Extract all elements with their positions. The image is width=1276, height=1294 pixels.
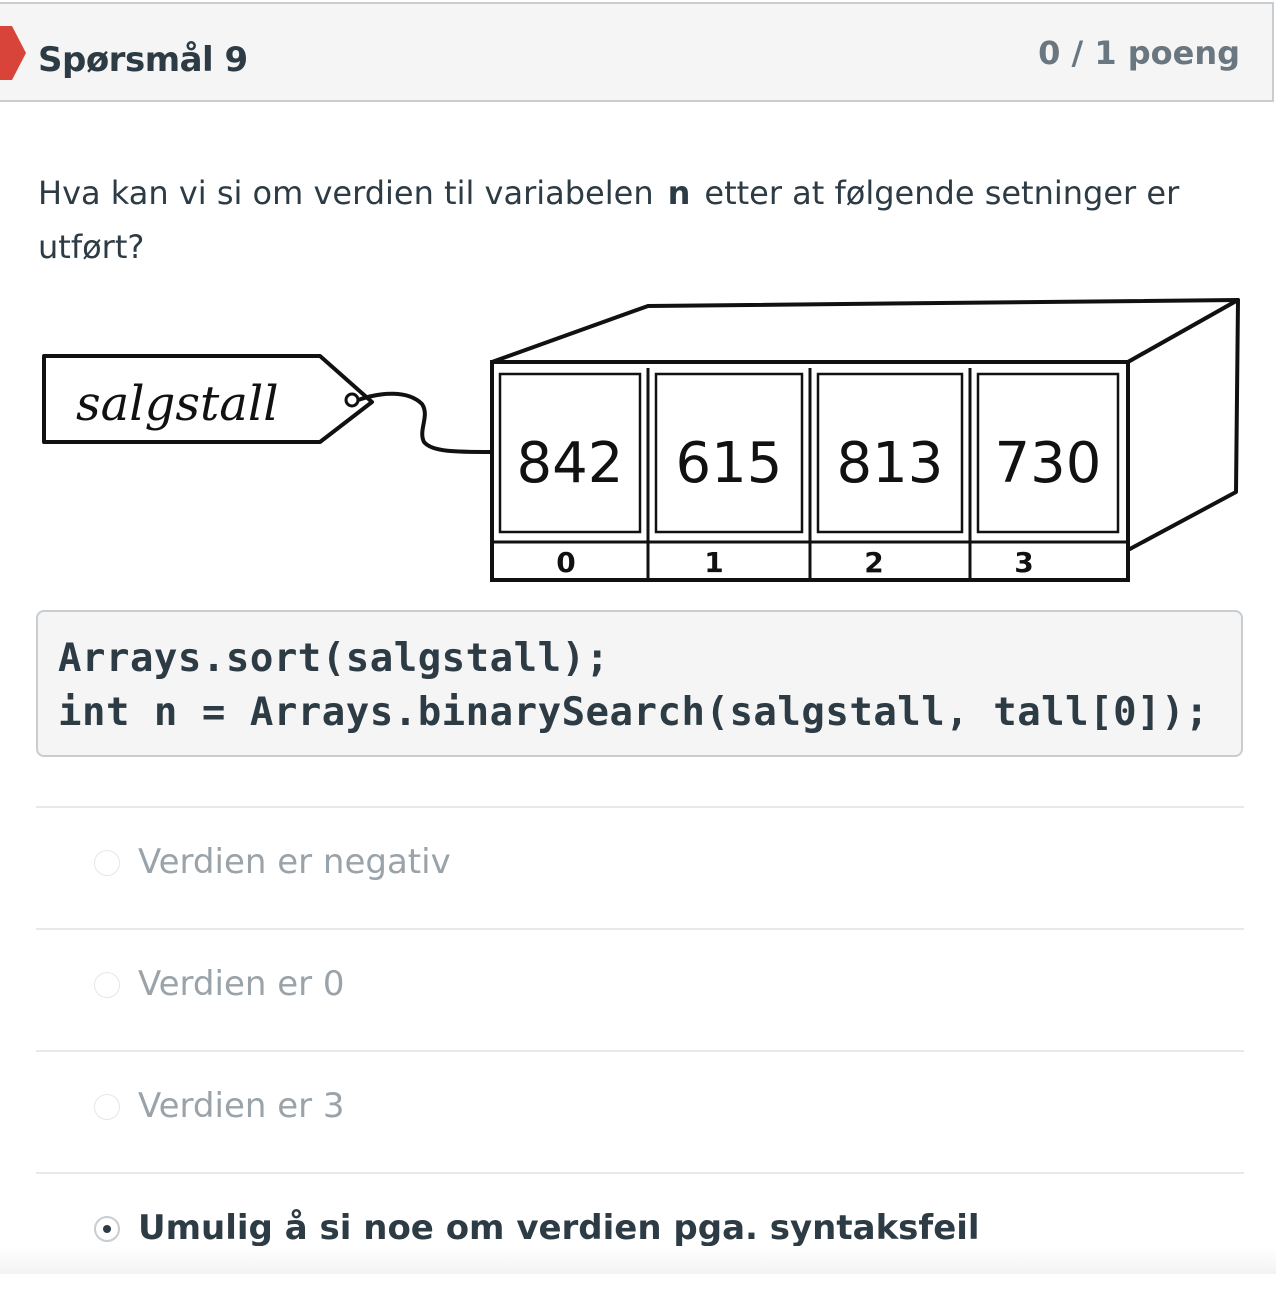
code-line-2: int n = Arrays.binarySearch(salgstall, t…: [58, 690, 1210, 735]
flag-icon[interactable]: [0, 26, 28, 80]
radio-button[interactable]: [94, 1094, 120, 1120]
radio-button[interactable]: [94, 972, 120, 998]
question-points: 0 / 1 poeng: [1038, 34, 1240, 72]
cell-value: 813: [837, 431, 944, 496]
question-text-before: Hva kan vi si om verdien til variabelen: [38, 174, 654, 212]
answer-option-selected[interactable]: Umulig å si noe om verdien pga. syntaksf…: [36, 1172, 1244, 1294]
array-diagram: salgstall 842 615 813 730 0 1 2 3: [42, 298, 1240, 582]
answer-label: Verdien er negativ: [138, 842, 451, 882]
cell-index: 0: [556, 546, 575, 579]
answer-option[interactable]: Verdien er 0: [36, 928, 1244, 1050]
answer-option[interactable]: Verdien er 3: [36, 1050, 1244, 1172]
radio-button-checked[interactable]: [94, 1216, 120, 1242]
answer-label: Umulig å si noe om verdien pga. syntaksf…: [138, 1208, 980, 1248]
cell-value: 615: [676, 431, 783, 496]
code-block: Arrays.sort(salgstall); int n = Arrays.b…: [36, 610, 1243, 757]
question-variable: n: [667, 174, 691, 212]
question-header: Spørsmål 9 0 / 1 poeng: [0, 2, 1274, 102]
cell-index: 3: [1014, 546, 1033, 579]
bottom-edge: [0, 1246, 1276, 1274]
radio-button[interactable]: [94, 850, 120, 876]
cell-value: 842: [517, 431, 624, 496]
cell-value: 730: [995, 431, 1102, 496]
question-text: Hva kan vi si om verdien til variabelen n…: [38, 166, 1218, 274]
question-title: Spørsmål 9: [38, 40, 248, 80]
cell-index: 1: [704, 546, 723, 579]
cell-index: 2: [864, 546, 883, 579]
diagram-tag-label: salgstall: [76, 376, 279, 432]
code-line-1: Arrays.sort(salgstall);: [58, 636, 610, 681]
answer-option[interactable]: Verdien er negativ: [36, 806, 1244, 928]
answer-list: Verdien er negativ Verdien er 0 Verdien …: [36, 806, 1244, 1294]
answer-label: Verdien er 0: [138, 964, 345, 1004]
answer-label: Verdien er 3: [138, 1086, 345, 1126]
